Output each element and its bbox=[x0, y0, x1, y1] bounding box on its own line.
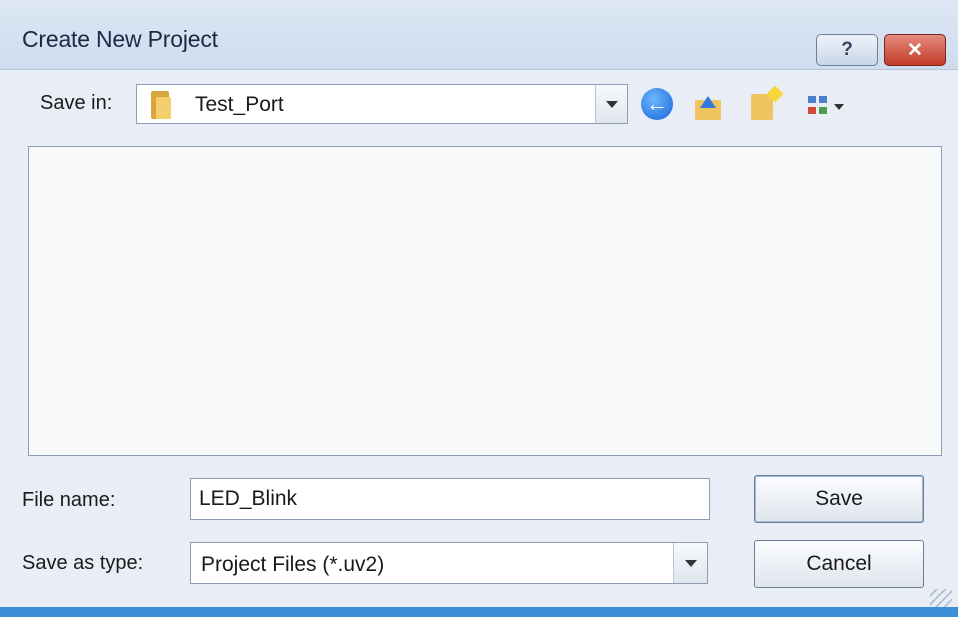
folder-icon bbox=[151, 91, 171, 119]
save-in-dropdown[interactable]: Test_Port bbox=[136, 84, 628, 124]
help-button[interactable]: ? bbox=[816, 34, 878, 66]
file-list[interactable] bbox=[28, 146, 942, 456]
save-in-label: Save in: bbox=[40, 92, 113, 114]
file-name-input[interactable] bbox=[190, 478, 710, 520]
window-bottom-edge bbox=[0, 607, 958, 617]
up-folder-icon[interactable] bbox=[695, 96, 723, 120]
chevron-down-icon bbox=[684, 559, 697, 567]
save-as-type-dropdown-arrow[interactable] bbox=[673, 543, 707, 583]
save-in-value: Test_Port bbox=[195, 93, 284, 116]
back-arrow-icon[interactable]: ← bbox=[641, 88, 673, 120]
file-name-label: File name: bbox=[22, 489, 116, 511]
save-as-type-dropdown[interactable]: Project Files (*.uv2) bbox=[190, 542, 708, 584]
dialog-title: Create New Project bbox=[22, 26, 218, 52]
title-bar[interactable]: Create New Project ? ✕ bbox=[0, 0, 958, 70]
create-project-dialog: Create New Project ? ✕ Save in: Test_Por… bbox=[0, 0, 958, 617]
save-as-type-label: Save as type: bbox=[22, 552, 144, 574]
views-menu-icon[interactable] bbox=[808, 94, 850, 120]
cancel-button[interactable]: Cancel bbox=[754, 540, 924, 588]
save-button[interactable]: Save bbox=[754, 475, 924, 523]
new-folder-icon[interactable] bbox=[751, 85, 784, 120]
save-as-type-value: Project Files (*.uv2) bbox=[201, 553, 385, 576]
help-icon: ? bbox=[841, 39, 853, 60]
close-button[interactable]: ✕ bbox=[884, 34, 946, 66]
chevron-down-icon bbox=[605, 100, 618, 108]
close-icon: ✕ bbox=[907, 39, 923, 61]
save-in-dropdown-arrow[interactable] bbox=[595, 85, 627, 123]
